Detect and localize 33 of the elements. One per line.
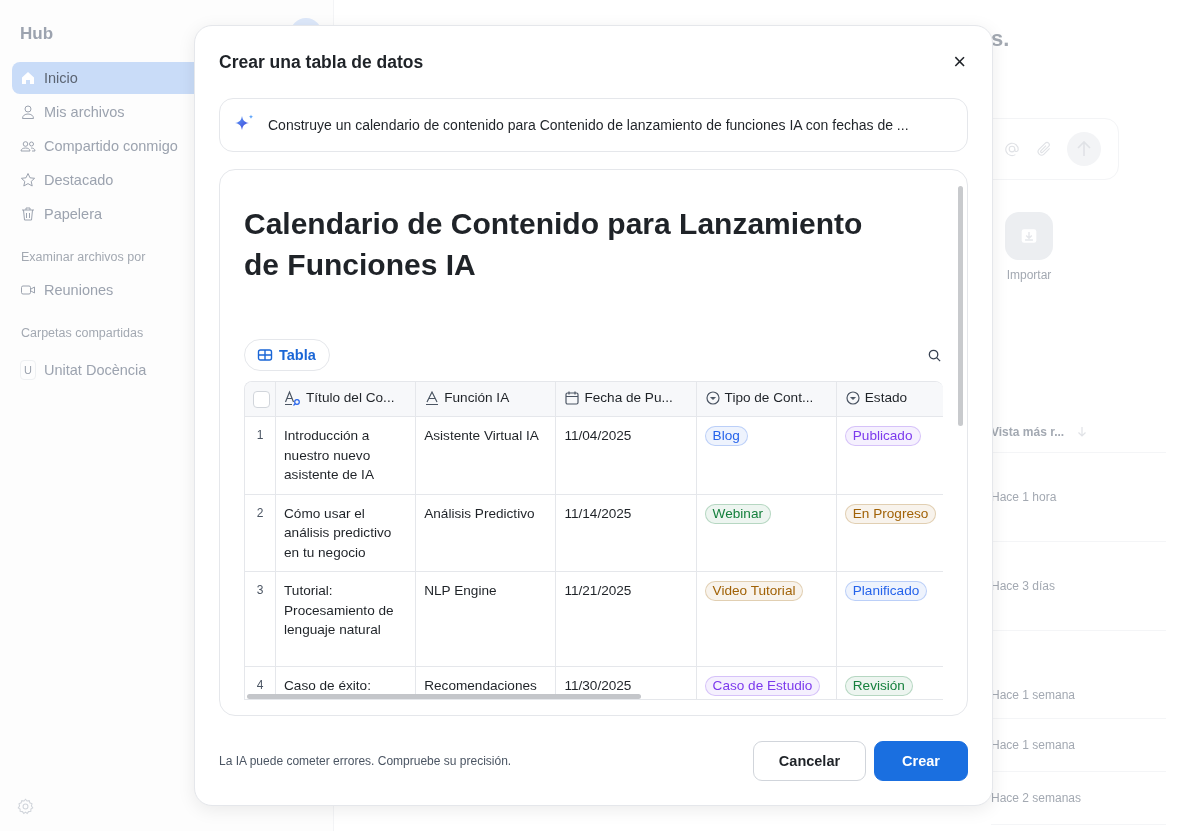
modified-time: Hace 2 semanas	[991, 791, 1082, 805]
import-label: Importar	[1006, 268, 1052, 282]
folder-initial: U	[20, 360, 36, 380]
row-number: 1	[256, 428, 264, 442]
table-cell: 11/04/2025	[564, 428, 632, 443]
table-cell: Asistente Virtual IA	[424, 428, 539, 443]
table-cell: Tutorial: Procesamiento de lenguaje natural	[284, 583, 394, 637]
status-tag: En Progreso	[844, 503, 937, 524]
table-cell: NLP Engine	[424, 583, 497, 598]
app-title: Hub	[20, 24, 54, 44]
row-number: 3	[256, 583, 264, 597]
table-cell: Caso de éxito:	[284, 678, 371, 693]
table-cell: Recomendaciones	[424, 678, 537, 693]
disclaimer-text: La IA puede cometer errores. Compruebe su precisión.	[219, 754, 512, 768]
type-tag: Video Tutorial	[704, 581, 804, 601]
section-heading: Carpetas compartidas	[21, 326, 144, 340]
row-number: 4	[256, 678, 264, 692]
status-tag: Revisión	[844, 676, 913, 696]
type-tag: Blog	[704, 426, 748, 446]
section-heading: Examinar archivos por	[21, 250, 146, 264]
status-tag: Publicado	[844, 426, 921, 446]
table-cell: Análisis Predictivo	[424, 505, 535, 521]
table-cell: 11/21/2025	[564, 583, 632, 598]
table-cell: Introducción a nuestro nuevo asistente de IA	[284, 428, 374, 482]
table-cell: Cómo usar el análisis predictivo en tu negocio	[284, 505, 392, 560]
row-number: 2	[256, 505, 264, 520]
type-tag: Webinar	[704, 503, 771, 524]
type-tag: Caso de Estudio	[704, 676, 821, 696]
status-tag: Planificado	[844, 581, 928, 601]
table-cell: 11/14/2025	[564, 505, 632, 521]
document-heading: Calendario de Contenido para Lanzamiento de Funciones IA	[244, 206, 864, 283]
table-cell: 11/30/2025	[564, 678, 632, 693]
page-heading: s.	[991, 26, 1010, 53]
